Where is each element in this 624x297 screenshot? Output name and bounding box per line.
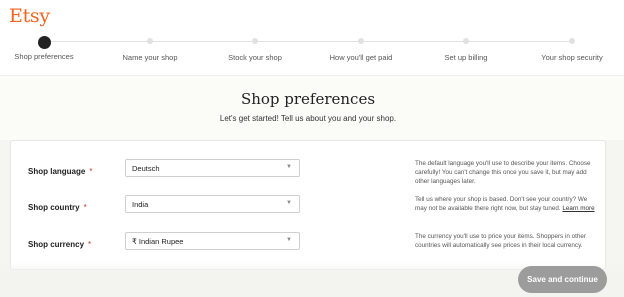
step-label: Your shop security — [541, 53, 603, 62]
step-dot-active — [37, 36, 51, 49]
required-marker: * — [89, 167, 93, 176]
step-label: Name your shop — [122, 53, 178, 62]
step-dot — [358, 38, 364, 44]
step-set-up-billing[interactable]: Set up billing — [411, 36, 521, 62]
shop-country-label: Shop country * — [28, 203, 87, 212]
shop-currency-row: Shop currency * ₹ Indian Rupee ▼ The curr… — [11, 232, 607, 262]
step-shop-preferences[interactable]: Shop preferences — [0, 36, 99, 61]
step-dot — [569, 38, 575, 44]
step-label: Shop preferences — [14, 52, 74, 61]
shop-language-value: Deutsch — [132, 164, 160, 173]
step-dot — [147, 38, 153, 44]
shop-country-help: Tell us where your shop is based. Don't … — [415, 196, 595, 212]
step-stock-your-shop[interactable]: Stock your shop — [200, 36, 310, 62]
step-label: Set up billing — [444, 53, 488, 62]
page-title: Shop preferences — [240, 90, 376, 108]
required-marker: * — [83, 203, 87, 212]
step-label: Stock your shop — [228, 53, 282, 62]
save-and-continue-button[interactable]: Save and continue — [518, 266, 607, 293]
step-label: How you'll get paid — [329, 53, 393, 62]
step-your-shop-security[interactable]: Your shop security — [517, 36, 624, 62]
shop-currency-help: The currency you'll use to price your it… — [415, 233, 586, 249]
chevron-down-icon: ▼ — [286, 164, 292, 170]
shop-language-label: Shop language * — [28, 167, 93, 176]
shop-country-select[interactable]: India ▼ — [125, 195, 300, 213]
preferences-form: Shop language * Deutsch ▼ The default lan… — [10, 140, 606, 270]
shop-currency-select[interactable]: ₹ Indian Rupee ▼ — [125, 232, 300, 250]
step-dot — [252, 38, 258, 44]
required-marker: * — [88, 240, 92, 249]
shop-currency-label: Shop currency * — [28, 240, 92, 249]
shop-currency-value: ₹ Indian Rupee — [132, 237, 184, 246]
shop-language-row: Shop language * Deutsch ▼ The default lan… — [11, 159, 607, 189]
step-how-youll-get-paid[interactable]: How you'll get paid — [306, 36, 416, 62]
etsy-logo[interactable]: Etsy — [9, 5, 50, 27]
step-name-your-shop[interactable]: Name your shop — [95, 36, 205, 62]
chevron-down-icon: ▼ — [286, 200, 292, 206]
top-bar: Etsy Shop preferences Name your shop Sto… — [0, 0, 624, 75]
shop-country-value: India — [132, 200, 149, 209]
shop-language-help: The default language you'll use to descr… — [415, 160, 591, 185]
page-subtitle: Let's get started! Tell us about you and… — [219, 114, 397, 123]
chevron-down-icon: ▼ — [286, 237, 292, 243]
shop-country-row: Shop country * India ▼ Tell us where your… — [11, 195, 607, 225]
step-dot — [463, 38, 469, 44]
shop-language-select[interactable]: Deutsch ▼ — [125, 159, 300, 177]
learn-more-link[interactable]: Learn more — [562, 205, 594, 212]
